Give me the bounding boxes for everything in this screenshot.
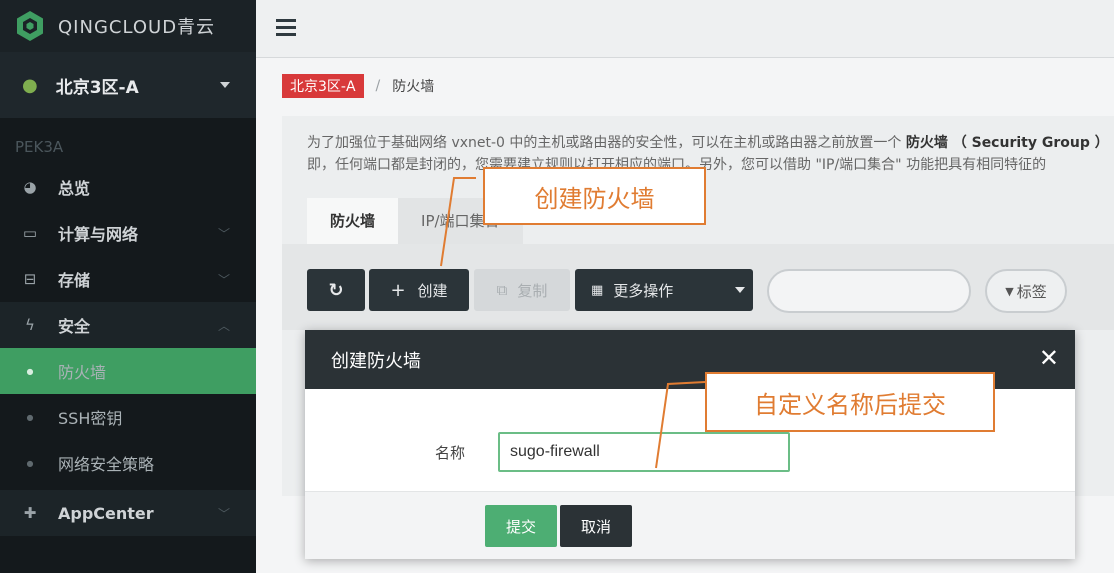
modal-footer: 提交 取消 bbox=[305, 492, 1075, 559]
search-input[interactable] bbox=[767, 269, 971, 313]
name-field-label: 名称 bbox=[435, 444, 466, 462]
sidebar-item-storage[interactable]: ⊟ 存储 ﹀ bbox=[0, 256, 256, 302]
sidebar-item-label: 计算与网络 bbox=[58, 225, 139, 244]
create-firewall-modal: 创建防火墙 ✕ 名称 提交 取消 bbox=[305, 330, 1075, 559]
grid-icon: ▦ bbox=[591, 282, 604, 298]
bullet-icon: ● bbox=[26, 412, 34, 422]
more-actions-dropdown[interactable]: ▦ 更多操作 bbox=[575, 269, 753, 311]
sidebar-item-label: 安全 bbox=[58, 317, 91, 336]
sidebar-item-label: 防火墙 bbox=[58, 363, 107, 382]
sidebar-item-label: AppCenter bbox=[58, 503, 154, 523]
caret-down-icon bbox=[220, 82, 230, 88]
tab-firewall[interactable]: 防火墙 bbox=[307, 198, 399, 244]
brand[interactable]: QINGCLOUD青云 bbox=[0, 0, 256, 52]
description-line1: 为了加强位于基础网络 vxnet-0 中的主机或路由器的安全性，可以在主机或路由… bbox=[307, 135, 906, 151]
dashboard-icon: ◕ bbox=[23, 178, 37, 196]
zone-selector[interactable]: ● 北京3区-A bbox=[0, 52, 256, 118]
laptop-icon: ▭ bbox=[22, 224, 38, 242]
breadcrumb: 北京3区-A / 防火墙 bbox=[282, 74, 434, 98]
refresh-button[interactable]: ↻ bbox=[307, 269, 365, 311]
plus-icon: + bbox=[390, 279, 406, 301]
zone-label: 北京3区-A bbox=[55, 77, 139, 98]
description-emphasis: 防火墙 （ Security Group ） bbox=[905, 135, 1109, 151]
bullet-icon: ● bbox=[26, 458, 34, 468]
sidebar-item-label: SSH密钥 bbox=[58, 409, 123, 428]
chevron-down-icon: ﹀ bbox=[217, 226, 230, 241]
cancel-button[interactable]: 取消 bbox=[560, 505, 632, 547]
page-description: 为了加强位于基础网络 vxnet-0 中的主机或路由器的安全性，可以在主机或路由… bbox=[307, 132, 1114, 178]
sidebar-item-security[interactable]: ϟ 安全 ︿ bbox=[0, 302, 256, 348]
location-pin-icon: ● bbox=[22, 74, 38, 96]
puzzle-icon: ✚ bbox=[23, 504, 37, 522]
description-line2: 即，任何端口都是封闭的，您需要建立规则以打开相应的端口。另外，您可以借助 "IP… bbox=[307, 157, 1047, 173]
chevron-up-icon: ︿ bbox=[217, 318, 230, 333]
sidebar-item-appcenter[interactable]: ✚ AppCenter ﹀ bbox=[0, 490, 256, 536]
create-button[interactable]: + 创建 bbox=[369, 269, 469, 311]
sidebar-item-firewall[interactable]: ● 防火墙 bbox=[0, 348, 256, 394]
top-bar bbox=[256, 0, 1114, 58]
modal-title: 创建防火墙 bbox=[331, 350, 421, 372]
submit-button[interactable]: 提交 bbox=[485, 505, 557, 547]
breadcrumb-separator: / bbox=[375, 78, 381, 94]
sidebar-item-label: 网络安全策略 bbox=[58, 455, 155, 474]
region-code: PEK3A bbox=[15, 138, 64, 156]
copy-icon: ⧉ bbox=[496, 281, 508, 299]
tag-filter-button[interactable]: ▼ 标签 bbox=[985, 269, 1067, 313]
bullet-icon: ● bbox=[26, 366, 34, 376]
filter-icon: ▼ bbox=[1005, 284, 1014, 298]
callout-submit-name: 自定义名称后提交 bbox=[705, 372, 995, 432]
breadcrumb-current: 防火墙 bbox=[392, 79, 435, 95]
chevron-down-icon: ﹀ bbox=[217, 272, 230, 287]
drive-icon: ⊟ bbox=[23, 270, 37, 288]
refresh-icon: ↻ bbox=[328, 279, 344, 301]
sidebar-item-label: 总览 bbox=[58, 179, 91, 198]
sidebar-item-compute-network[interactable]: ▭ 计算与网络 ﹀ bbox=[0, 210, 256, 256]
qingcloud-logo-icon bbox=[17, 11, 43, 41]
sidebar: QINGCLOUD青云 ● 北京3区-A PEK3A ◕ 总览 ▭ 计算与网络 … bbox=[0, 0, 256, 573]
copy-label: 复制 bbox=[517, 281, 548, 300]
close-icon[interactable]: ✕ bbox=[1039, 346, 1059, 370]
name-field[interactable] bbox=[498, 432, 790, 472]
brand-name: QINGCLOUD青云 bbox=[58, 17, 216, 38]
chevron-down-icon: ﹀ bbox=[217, 506, 230, 521]
create-label: 创建 bbox=[417, 281, 448, 300]
breadcrumb-zone-badge[interactable]: 北京3区-A bbox=[282, 74, 364, 98]
sidebar-item-overview[interactable]: ◕ 总览 bbox=[0, 164, 256, 210]
sidebar-item-network-security-policy[interactable]: ● 网络安全策略 bbox=[0, 440, 256, 486]
sidebar-menu: ◕ 总览 ▭ 计算与网络 ﹀ ⊟ 存储 ﹀ ϟ 安全 ︿ ● 防火墙 ● SSH… bbox=[0, 164, 256, 536]
more-actions-label: 更多操作 bbox=[613, 281, 674, 300]
sidebar-item-ssh-keys[interactable]: ● SSH密钥 bbox=[0, 394, 256, 440]
caret-down-icon bbox=[735, 287, 745, 293]
bolt-icon: ϟ bbox=[25, 316, 35, 334]
sidebar-toggle-icon[interactable] bbox=[274, 16, 298, 40]
copy-button[interactable]: ⧉ 复制 bbox=[474, 269, 570, 311]
sidebar-item-label: 存储 bbox=[58, 271, 91, 290]
tag-filter-label: 标签 bbox=[1016, 282, 1047, 301]
callout-create-firewall: 创建防火墙 bbox=[483, 167, 706, 225]
